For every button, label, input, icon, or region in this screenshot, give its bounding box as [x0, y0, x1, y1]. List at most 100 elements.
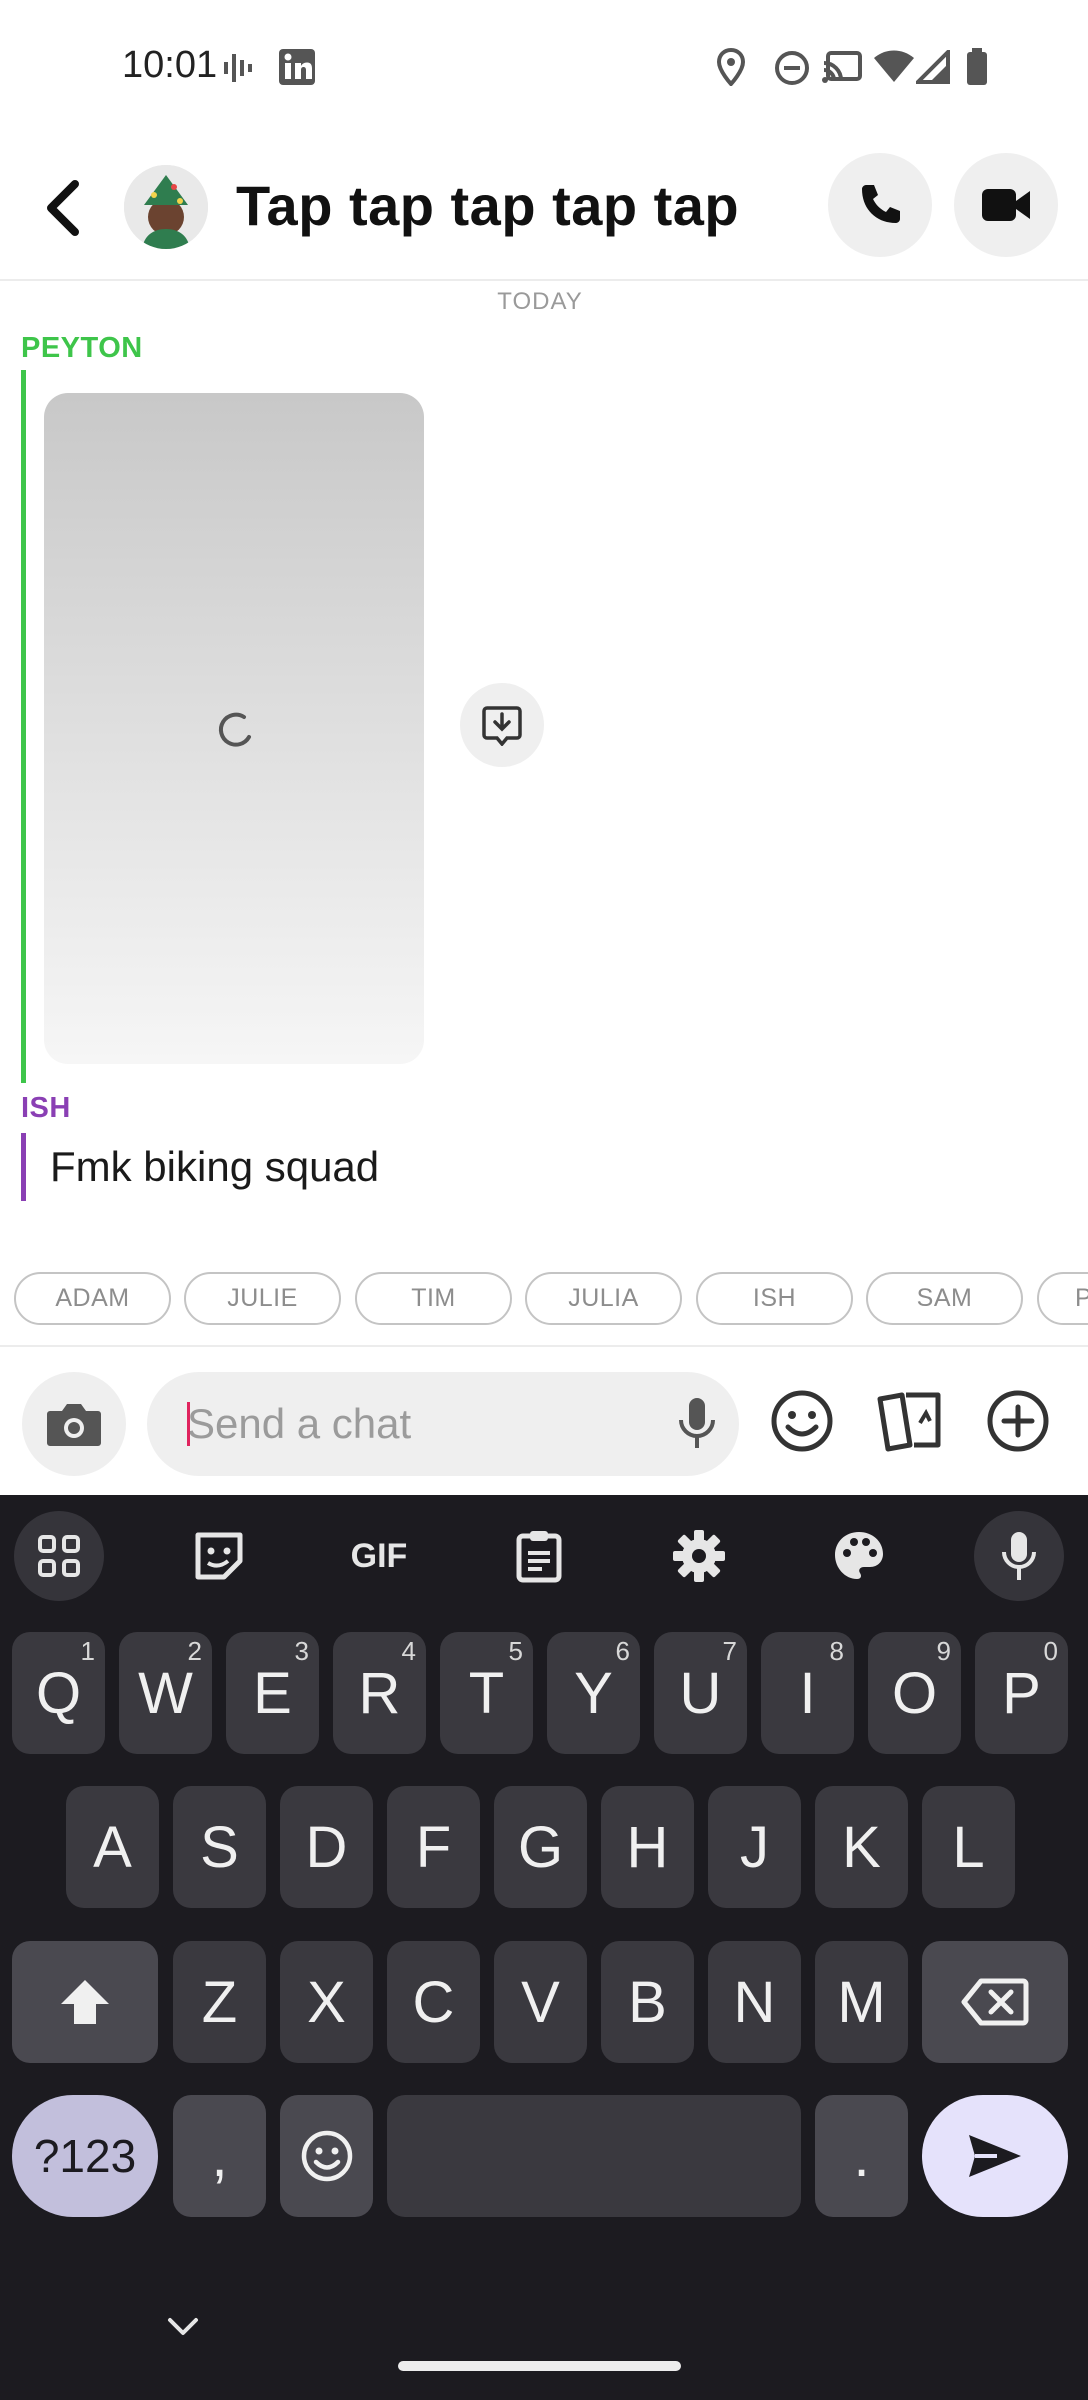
smiley-icon — [301, 2130, 352, 2182]
key-d[interactable]: D — [280, 1786, 373, 1908]
plus-circle-icon — [987, 1390, 1049, 1452]
key-b[interactable]: B — [601, 1941, 694, 2063]
key-p[interactable]: P0 — [975, 1632, 1068, 1754]
shift-key[interactable] — [12, 1941, 158, 2063]
phone-icon — [862, 185, 900, 223]
mention-chip[interactable]: TIM — [355, 1272, 512, 1325]
camera-icon — [47, 1404, 101, 1446]
emoji-button[interactable] — [766, 1385, 838, 1457]
key-j[interactable]: J — [708, 1786, 801, 1908]
gif-button[interactable]: GIF — [334, 1511, 424, 1601]
microphone-icon[interactable] — [677, 1396, 717, 1452]
mention-chip[interactable]: ADAM — [14, 1272, 171, 1325]
cards-icon — [877, 1392, 941, 1452]
key-t[interactable]: T5 — [440, 1632, 533, 1754]
send-key[interactable] — [922, 2095, 1068, 2217]
back-button[interactable] — [38, 175, 88, 241]
location-icon — [716, 47, 746, 91]
mention-chip[interactable]: P — [1037, 1272, 1088, 1325]
sender-name-peyton: PEYTON — [21, 332, 143, 364]
mention-chip[interactable]: ISH — [696, 1272, 853, 1325]
home-indicator[interactable] — [398, 2361, 681, 2371]
chat-input[interactable]: Send a chat — [147, 1372, 739, 1476]
sender-bar-peyton — [21, 370, 26, 1083]
chat-input-placeholder: Send a chat — [187, 1400, 412, 1447]
key-v[interactable]: V — [494, 1941, 587, 2063]
sticker-icon — [195, 1532, 243, 1580]
send-arrow-icon — [969, 2135, 1021, 2177]
key-s[interactable]: S — [173, 1786, 266, 1908]
symbols-key[interactable]: ?123 — [12, 2095, 158, 2217]
sound-wave-icon — [222, 50, 256, 91]
key-w[interactable]: W2 — [119, 1632, 212, 1754]
apps-grid-button[interactable] — [14, 1511, 104, 1601]
do-not-disturb-icon — [774, 50, 810, 91]
key-g[interactable]: G — [494, 1786, 587, 1908]
clipboard-icon — [516, 1531, 562, 1583]
chat-title[interactable]: Tap tap tap tap tap — [236, 173, 739, 238]
period-key[interactable]: . — [815, 2095, 908, 2217]
settings-button[interactable] — [654, 1511, 744, 1601]
sticker-button[interactable] — [174, 1511, 264, 1601]
sender-name-ish: ISH — [21, 1092, 71, 1124]
chat-header: Tap tap tap tap tap — [0, 135, 1088, 281]
key-l[interactable]: L — [922, 1786, 1015, 1908]
video-camera-icon — [982, 189, 1030, 221]
key-y[interactable]: Y6 — [547, 1632, 640, 1754]
more-options-button[interactable] — [982, 1385, 1054, 1457]
apps-grid-icon — [38, 1535, 80, 1577]
cards-button[interactable] — [874, 1385, 946, 1457]
clipboard-button[interactable] — [494, 1511, 584, 1601]
message-text[interactable]: Fmk biking squad — [50, 1143, 379, 1191]
theme-button[interactable] — [814, 1511, 904, 1601]
save-media-button[interactable] — [460, 683, 544, 767]
soft-keyboard: GIF Q1 W2 E3 R4 T5 Y6 U7 I8 O9 P0 A S D … — [0, 1495, 1088, 2400]
backspace-key[interactable] — [922, 1941, 1068, 2063]
key-e[interactable]: E3 — [226, 1632, 319, 1754]
smiley-icon — [771, 1390, 833, 1452]
key-i[interactable]: I8 — [761, 1632, 854, 1754]
chat-composer: Send a chat — [0, 1345, 1088, 1495]
key-u[interactable]: U7 — [654, 1632, 747, 1754]
group-avatar[interactable] — [124, 165, 208, 249]
download-icon — [482, 706, 522, 746]
shift-arrow-icon — [61, 1980, 109, 2024]
emoji-key[interactable] — [280, 2095, 373, 2217]
key-a[interactable]: A — [66, 1786, 159, 1908]
key-n[interactable]: N — [708, 1941, 801, 2063]
key-f[interactable]: F — [387, 1786, 480, 1908]
date-divider: TODAY — [497, 288, 583, 315]
voice-typing-button[interactable] — [974, 1511, 1064, 1601]
palette-icon — [835, 1532, 883, 1579]
voice-call-button[interactable] — [828, 153, 932, 257]
sender-bar-ish — [21, 1133, 26, 1201]
key-x[interactable]: X — [280, 1941, 373, 2063]
key-m[interactable]: M — [815, 1941, 908, 2063]
comma-key[interactable]: , — [173, 2095, 266, 2217]
battery-icon — [966, 48, 988, 91]
video-call-button[interactable] — [954, 153, 1058, 257]
microphone-icon — [1002, 1532, 1036, 1580]
loading-spinner-icon — [218, 712, 251, 747]
cast-icon — [822, 50, 862, 89]
key-z[interactable]: Z — [173, 1941, 266, 2063]
space-key[interactable] — [387, 2095, 801, 2217]
backspace-icon — [961, 1978, 1029, 2026]
key-k[interactable]: K — [815, 1786, 908, 1908]
mention-chip[interactable]: JULIE — [184, 1272, 341, 1325]
media-snap[interactable] — [44, 393, 424, 1064]
camera-button[interactable] — [22, 1372, 126, 1476]
key-q[interactable]: Q1 — [12, 1632, 105, 1754]
linkedin-icon — [278, 48, 316, 91]
wifi-icon — [872, 50, 916, 89]
key-h[interactable]: H — [601, 1786, 694, 1908]
hide-keyboard-icon[interactable] — [165, 2315, 201, 2339]
key-c[interactable]: C — [387, 1941, 480, 2063]
key-o[interactable]: O9 — [868, 1632, 961, 1754]
mention-chips: ADAM JULIE TIM JULIA ISH SAM P — [0, 1272, 1088, 1328]
mention-chip[interactable]: SAM — [866, 1272, 1023, 1325]
back-arrow-icon — [47, 180, 79, 236]
key-r[interactable]: R4 — [333, 1632, 426, 1754]
mention-chip[interactable]: JULIA — [525, 1272, 682, 1325]
status-bar: 10:01 — [0, 0, 1088, 135]
